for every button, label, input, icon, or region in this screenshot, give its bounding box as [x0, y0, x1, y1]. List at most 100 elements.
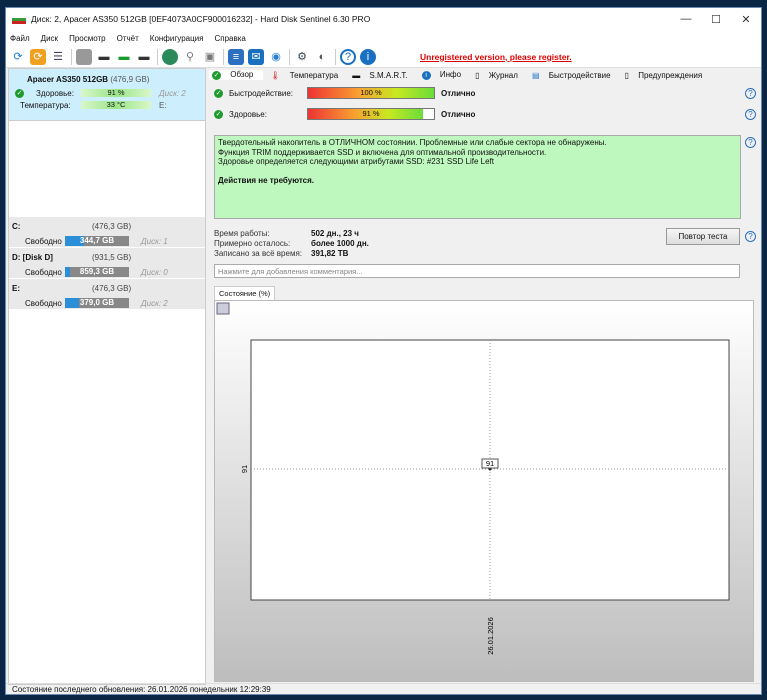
action-text: Действия не требуются. [218, 176, 314, 185]
tab-warnings[interactable]: ▯ Предупреждения [625, 71, 710, 80]
usb-icon[interactable]: ⚲ [182, 49, 198, 65]
partition-size: (931,5 GB) [92, 252, 132, 262]
app-icon [12, 14, 26, 24]
health-row: ✓ Здоровье: 91 % Отлично ? [214, 108, 760, 120]
menu-bar: Файл Диск Просмотр Отчёт Конфигурация Сп… [6, 30, 761, 46]
printer-icon[interactable]: ▣ [202, 49, 218, 65]
disk-search-icon[interactable]: ▬ [136, 49, 152, 65]
tab-bar: ✓ Обзор 🌡︎ Температура ▬ S.M.A.R.T. i Ин… [209, 68, 760, 82]
maximize-button[interactable]: ☐ [701, 13, 731, 26]
window-title: Диск: 2, Apacer AS350 512GB [0EF4073A0CF… [31, 14, 371, 24]
mail-icon[interactable]: ✉ [248, 48, 264, 65]
disk-size: (476,9 GB) [110, 74, 150, 84]
performance-row: ✓ Быстродействие: 100 % Отлично ? [214, 87, 760, 99]
partition-size: (476,3 GB) [92, 283, 132, 293]
check-icon: ✓ [15, 88, 24, 98]
tab-health-chart[interactable]: Состояние (%) [214, 286, 276, 300]
temp-value: 33 °C [81, 101, 151, 109]
help-icon[interactable]: ? [745, 108, 756, 120]
minimize-button[interactable]: — [671, 13, 701, 26]
disk-letter: E: [159, 100, 167, 110]
tab-performance[interactable]: ▤ Быстродействие [532, 71, 618, 80]
report-icon[interactable]: ≡ [228, 48, 244, 65]
health-label: Здоровье: [229, 109, 267, 119]
unregistered-link[interactable]: Unregistered version, please register. [420, 52, 572, 62]
health-rating: Отлично [441, 109, 476, 119]
partition-disk: Диск: 1 [141, 236, 168, 246]
tab-info[interactable]: i Инфо [421, 70, 468, 80]
status-message: Твердотельный накопитель в ОТЛИЧНОМ сост… [214, 135, 741, 219]
performance-rating: Отлично [441, 88, 476, 98]
refresh-icon[interactable]: ⟳ [10, 49, 26, 65]
disk-list-icon[interactable]: ☰ [50, 49, 66, 65]
disk-item[interactable]: Apacer AS350 512GB (476,9 GB) ✓ Здоровье:… [9, 69, 205, 121]
partition-name: D: [Disk D] [12, 252, 53, 262]
document-icon: ▯ [624, 70, 629, 80]
disk-name: Apacer AS350 512GB [27, 74, 109, 84]
gear-icon[interactable]: ⚙ [294, 49, 310, 65]
sound-icon[interactable]: ◐ [314, 49, 330, 65]
help-icon[interactable]: ? [745, 137, 756, 148]
stats: Время работы: 502 дн., 23 ч Примерно оста… [214, 229, 369, 258]
save-icon[interactable] [216, 302, 230, 315]
partition-name: C: [12, 221, 21, 231]
help-icon[interactable]: ? [745, 231, 756, 242]
partition-item[interactable]: E: (476,3 GB) Свободно 379,0 GB Диск: 2 [9, 279, 205, 310]
disk-icon[interactable] [76, 48, 92, 65]
free-space-bar: 379,0 GB [65, 298, 129, 308]
menu-file[interactable]: Файл [10, 34, 30, 43]
free-label: Свободно [25, 267, 62, 277]
menu-view[interactable]: Просмотр [69, 34, 106, 43]
refresh-all-icon[interactable]: ⟳ [30, 48, 46, 65]
retest-button[interactable]: Повтор теста [666, 228, 740, 245]
check-icon: ✓ [214, 88, 223, 98]
info-icon: i [421, 71, 431, 80]
tab-log[interactable]: ▯ Журнал [475, 71, 525, 80]
disk-check-icon[interactable]: ▬ [116, 49, 132, 65]
help-icon[interactable]: ? [745, 87, 756, 99]
disk-number: Диск: 2 [159, 88, 186, 98]
info-icon[interactable]: i [360, 48, 376, 65]
free-label: Свободно [25, 236, 62, 246]
overview-panel: ✓ Обзор 🌡︎ Температура ▬ S.M.A.R.T. i Ин… [209, 68, 760, 685]
partition-size: (476,3 GB) [92, 221, 132, 231]
smart-icon: ▬ [352, 70, 361, 80]
y-tick-label: 91 [240, 465, 249, 473]
tab-overview[interactable]: ✓ Обзор [209, 70, 264, 80]
partition-item[interactable]: D: [Disk D] (931,5 GB) Свободно 859,3 GB Ди… [9, 248, 205, 279]
menu-config[interactable]: Конфигурация [150, 34, 204, 43]
thermometer-icon: 🌡︎ [270, 70, 281, 80]
chart-icon: ▤ [531, 70, 540, 80]
app-window: Диск: 2, Apacer AS350 512GB [0EF4073A0CF… [5, 7, 762, 695]
performance-bar: 100 % [307, 87, 435, 99]
check-icon: ✓ [214, 109, 223, 119]
free-space-bar: 859,3 GB [65, 267, 129, 277]
partition-disk: Диск: 2 [141, 298, 168, 308]
disk-panel: Apacer AS350 512GB (476,9 GB) ✓ Здоровье:… [8, 68, 206, 685]
health-label: Здоровье: [36, 88, 74, 98]
disk-schedule-icon[interactable]: ▬ [96, 49, 112, 65]
health-bar: 91 % [307, 108, 435, 120]
toolbar: ⟳ ⟳ ☰ ▬ ▬ ▬ ⚲ ▣ ≡ ✉ ◉ ⚙ ◐ ? i Unregister… [6, 46, 761, 68]
close-button[interactable]: ✕ [731, 13, 761, 26]
menu-report[interactable]: Отчёт [117, 34, 139, 43]
partition-item[interactable]: C: (476,3 GB) Свободно 344,7 GB Диск: 1 [9, 217, 205, 248]
temp-label: Температура: [20, 100, 71, 110]
free-space-bar: 344,7 GB [65, 236, 129, 246]
web-icon[interactable]: ◉ [268, 49, 284, 65]
x-tick-label: 26.01.2026 [486, 617, 495, 655]
tab-temperature[interactable]: 🌡︎ Температура [270, 71, 345, 80]
health-value: 91 % [81, 89, 151, 97]
menu-help[interactable]: Справка [214, 34, 245, 43]
free-label: Свободно [25, 298, 62, 308]
data-label: 91 [486, 459, 494, 468]
tab-smart[interactable]: ▬ S.M.A.R.T. [352, 71, 414, 80]
partition-disk: Диск: 0 [141, 267, 168, 277]
title-bar: Диск: 2, Apacer AS350 512GB [0EF4073A0CF… [6, 8, 761, 30]
menu-disk[interactable]: Диск [41, 34, 58, 43]
comment-input[interactable]: Нажмите для добавления комментария... [214, 264, 740, 278]
help-icon[interactable]: ? [340, 48, 356, 65]
network-disk-icon[interactable] [162, 48, 178, 65]
partition-name: E: [12, 283, 20, 293]
status-bar: Состояние последнего обновления: 26.01.2… [6, 683, 761, 694]
